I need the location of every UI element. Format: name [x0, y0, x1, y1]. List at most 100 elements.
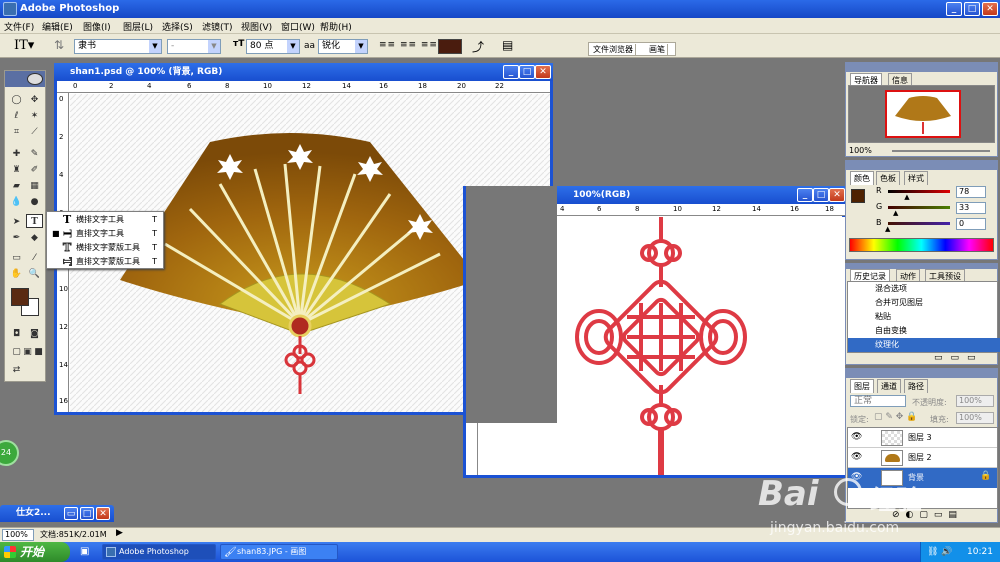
eyedropper-tool-icon[interactable]: ⁄: [26, 251, 43, 265]
crop-tool-icon[interactable]: ⌗: [8, 125, 25, 139]
menu-file[interactable]: 文件(F): [4, 20, 34, 33]
adobe-eye-icon[interactable]: [27, 73, 43, 85]
navigator-view-box[interactable]: [885, 90, 961, 138]
shape-tool-icon[interactable]: ◆: [26, 231, 43, 245]
tab-layers[interactable]: 图层: [850, 379, 874, 393]
quick-mask-mode-icon[interactable]: ◙: [26, 327, 43, 341]
menu-view[interactable]: 视图(V): [241, 20, 272, 33]
tray-icons[interactable]: ⛓ 🔊: [927, 542, 953, 562]
red-value-field[interactable]: 78: [956, 186, 986, 198]
menu-item-horizontal-type-mask-tool[interactable]: T 横排文字蒙版工具 T: [47, 241, 163, 255]
fill-field[interactable]: 100%: [956, 412, 994, 424]
font-size-select[interactable]: 80 点 ▼: [246, 39, 300, 54]
eraser-tool-icon[interactable]: ▰: [8, 179, 25, 193]
doc-minimize-button[interactable]: _: [797, 188, 813, 202]
zoom-tool-icon[interactable]: 🔍: [26, 267, 43, 281]
status-menu-arrow-icon[interactable]: ▶: [116, 528, 123, 538]
align-buttons-icon[interactable]: ≡≡ ≡≡ ≡≡: [379, 40, 438, 50]
font-style-select[interactable]: - ▼: [167, 39, 221, 54]
navigator-zoom-slider[interactable]: [892, 150, 990, 152]
history-item[interactable]: 合并可见图层: [848, 296, 1000, 310]
start-button[interactable]: 开始: [0, 542, 70, 562]
type-tool-icon[interactable]: T: [26, 214, 43, 228]
anti-alias-select[interactable]: 锐化 ▼: [318, 39, 368, 54]
menu-edit[interactable]: 编辑(E): [42, 20, 73, 33]
palette-well-tab-file-browser[interactable]: 文件浏览器: [591, 44, 636, 56]
tab-paths[interactable]: 路径: [904, 379, 928, 393]
menu-item-vertical-type-tool[interactable]: ■ T 直排文字工具 T: [47, 227, 163, 240]
clock[interactable]: 10:21: [967, 542, 993, 562]
status-zoom-field[interactable]: 100%: [2, 529, 34, 541]
document-window-knot[interactable]: 100%(RGB) _ □ ✕ 4 6 8 10 12 14 16 18: [463, 186, 848, 478]
menu-layer[interactable]: 图层(L): [123, 20, 153, 33]
blend-mode-select[interactable]: 正常: [850, 395, 906, 407]
layer-row[interactable]: 👁 图层 3: [848, 428, 997, 448]
green-slider-thumb[interactable]: ▲: [893, 209, 898, 217]
red-slider-track[interactable]: [888, 190, 950, 193]
doc-restore-button[interactable]: ▭: [64, 507, 78, 520]
taskbar-item-paint[interactable]: 🖌 shan83.JPG - 画图: [220, 544, 338, 560]
foreground-color-swatch[interactable]: [11, 288, 29, 306]
orientation-toggle-icon[interactable]: ⇅: [54, 38, 64, 52]
minimize-button[interactable]: _: [946, 2, 962, 16]
close-button[interactable]: ✕: [982, 2, 998, 16]
menu-item-vertical-type-mask-tool[interactable]: T 直排文字蒙版工具 T: [47, 255, 163, 268]
tab-styles[interactable]: 样式: [904, 171, 928, 185]
color-spectrum-ramp[interactable]: [849, 238, 994, 252]
doc-close-button[interactable]: ✕: [535, 65, 551, 79]
path-selection-tool-icon[interactable]: ➤: [8, 215, 25, 229]
tab-swatches[interactable]: 色板: [876, 171, 900, 185]
tab-channels[interactable]: 通道: [877, 379, 901, 393]
warp-text-icon[interactable]: ⤴: [472, 38, 484, 55]
clone-stamp-tool-icon[interactable]: ♜: [8, 163, 25, 177]
marquee-tool-icon[interactable]: ◯: [8, 93, 25, 107]
brush-tool-icon[interactable]: ✎: [26, 147, 43, 161]
navigator-zoom-value[interactable]: 100%: [849, 146, 872, 155]
show-desktop-icon[interactable]: ▣: [80, 546, 89, 557]
menu-select[interactable]: 选择(S): [162, 20, 193, 33]
doc-maximize-button[interactable]: □: [813, 188, 829, 202]
doc-minimize-button[interactable]: _: [503, 65, 519, 79]
palettes-toggle-icon[interactable]: ▤: [502, 38, 513, 52]
taskbar-item-photoshop[interactable]: Adobe Photoshop: [102, 544, 216, 560]
pen-tool-icon[interactable]: ✒: [8, 231, 25, 245]
dodge-tool-icon[interactable]: ●: [26, 195, 43, 209]
history-item-selected[interactable]: 纹理化: [848, 338, 1000, 352]
standard-mode-icon[interactable]: ◘: [8, 327, 25, 341]
visibility-eye-icon[interactable]: 👁: [851, 432, 862, 442]
menu-image[interactable]: 图像(I): [83, 20, 111, 33]
doc-close-button[interactable]: ✕: [96, 507, 110, 520]
hand-tool-icon[interactable]: ✋: [8, 267, 25, 281]
history-item[interactable]: 粘贴: [848, 310, 1000, 324]
history-brush-tool-icon[interactable]: ✐: [26, 163, 43, 177]
palette-well-tab-brushes[interactable]: 画笔: [647, 44, 668, 56]
healing-brush-tool-icon[interactable]: ✚: [8, 147, 25, 161]
lock-options-icon[interactable]: ▢ ✎ ✥ 🔒: [874, 412, 917, 422]
visibility-eye-icon[interactable]: 👁: [851, 452, 862, 462]
history-panel-buttons-icon[interactable]: ▭▭▭: [934, 353, 984, 363]
menu-help[interactable]: 帮助(H): [320, 20, 352, 33]
font-family-select[interactable]: 隶书 ▼: [74, 39, 162, 54]
navigator-preview[interactable]: [848, 85, 995, 143]
maximize-button[interactable]: □: [964, 2, 980, 16]
floating-badge[interactable]: 24: [0, 440, 19, 466]
blue-slider-track[interactable]: [888, 222, 950, 225]
menu-item-horizontal-type-tool[interactable]: T 横排文字工具 T: [47, 213, 163, 226]
history-item[interactable]: 自由变换: [848, 324, 1000, 338]
blue-value-field[interactable]: 0: [956, 218, 986, 230]
canvas-chinese-knot-image[interactable]: [557, 217, 845, 475]
doc-maximize-button[interactable]: □: [80, 507, 94, 520]
gradient-tool-icon[interactable]: ▦: [26, 179, 43, 193]
text-color-swatch[interactable]: [438, 39, 462, 54]
menu-filter[interactable]: 滤镜(T): [202, 20, 233, 33]
color-foreground-swatch[interactable]: [851, 189, 865, 203]
lasso-tool-icon[interactable]: ℓ: [8, 109, 25, 123]
layer-row[interactable]: 👁 图层 2: [848, 448, 997, 468]
type-tool-preset-icon[interactable]: IT▾: [14, 38, 34, 53]
blue-slider-thumb[interactable]: ▲: [885, 225, 890, 233]
red-slider-thumb[interactable]: ▲: [904, 193, 909, 201]
magic-wand-tool-icon[interactable]: ✶: [26, 109, 43, 123]
notes-tool-icon[interactable]: ▭: [8, 251, 25, 265]
opacity-field[interactable]: 100%: [956, 395, 994, 407]
minimized-document-window[interactable]: 仕女2... ▭ □ ✕: [0, 505, 114, 522]
